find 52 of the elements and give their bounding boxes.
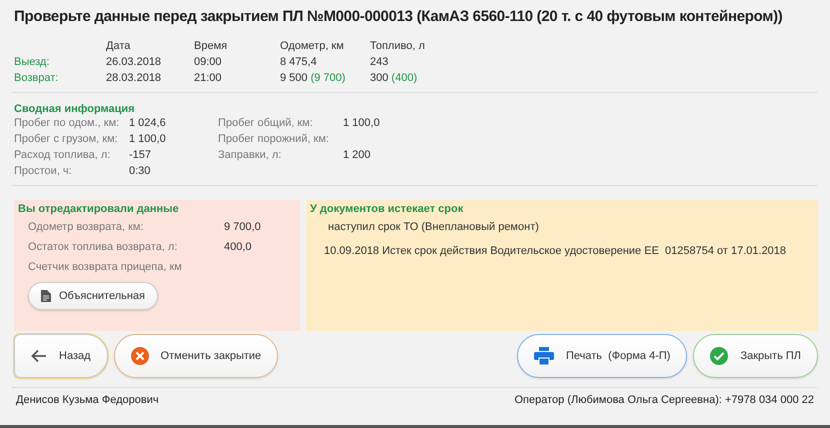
cancel-button[interactable]: Отменить закрытие: [114, 334, 278, 378]
field-value: 1 024,6: [129, 117, 167, 129]
confirm-button[interactable]: Закрыть ПЛ: [693, 334, 818, 378]
field-label: Пробег с грузом, км:: [14, 133, 119, 145]
field-label: Пробег по одом., км:: [14, 117, 120, 129]
field-label: Пробег порожний, км:: [218, 133, 330, 145]
field-value: 1 100,0: [129, 133, 167, 145]
field-value: 400,0: [224, 241, 253, 253]
field-label: Одометр возврата, км:: [28, 221, 145, 233]
explanation-button[interactable]: Объяснительная: [28, 282, 158, 310]
table-cell-text: 21:00: [194, 72, 223, 84]
table-cell-text: 8 475,4: [280, 56, 318, 68]
section-title: Сводная информация: [13, 102, 136, 117]
panel-title: Вы отредактировали данные: [18, 203, 180, 215]
back-button[interactable]: Назад: [14, 334, 108, 378]
row-label: Выезд:: [14, 56, 50, 68]
field-value: 9 700,0: [224, 221, 262, 233]
printer-icon: [534, 347, 554, 365]
operator-info: Оператор (Любимова Ольга Сергеевна): +7978 034 000 22: [514, 394, 814, 406]
row-label: Возврат:: [14, 72, 60, 84]
field-label: Остаток топлива возврата, л:: [28, 241, 178, 253]
field-label: Заправки, л:: [218, 149, 282, 161]
column-header: Время: [194, 40, 228, 52]
panel-title: У документов истекает срок: [310, 203, 464, 215]
page-title: Проверьте данные перед закрытием ПЛ №М000-000013 (КамАЗ 6560-110 (20 т. с 40 футовым контейнером)): [13, 7, 782, 26]
field-value: -157: [129, 149, 152, 161]
warning-text: наступил срок ТО (Внеплановый ремонт): [327, 220, 540, 233]
field-label: Простои, ч:: [14, 165, 73, 177]
table-cell-text: 28.03.2018: [106, 72, 162, 84]
table-cell-text: 243: [370, 56, 390, 68]
back-arrow-icon: [31, 349, 47, 363]
field-label: Счетчик возврата прицепа, км: [28, 261, 183, 273]
check-icon: [710, 347, 728, 365]
field-value: 1 200: [343, 149, 372, 161]
document-icon: [41, 290, 51, 302]
edited-value: (9 700): [310, 72, 346, 84]
close-icon: [130, 347, 149, 365]
table-cell-text: 09:00: [194, 56, 223, 68]
field-value: 1 100,0: [343, 117, 381, 129]
cell-value: 300: [370, 72, 388, 84]
column-header: Дата: [106, 40, 132, 52]
edited-value: (400): [391, 72, 418, 84]
field-label: Расход топлива, л:: [14, 149, 112, 161]
warning-text: 10.09.2018 Истек срок действия Водительское удостоверение ЕЕ 01258754 от 17.01.2018: [323, 244, 788, 257]
column-header: Топливо, л: [370, 40, 426, 52]
print-button[interactable]: Печать (Форма 4-П): [516, 334, 688, 378]
table-cell-text: 26.03.2018: [106, 56, 162, 68]
column-header: Одометр, км: [280, 40, 345, 52]
cell-value: 9 500: [280, 72, 308, 84]
driver-name: Денисов Кузьма Федорович: [16, 394, 159, 406]
field-label: Пробег общий, км:: [218, 117, 314, 129]
field-value: 0:30: [129, 165, 152, 177]
